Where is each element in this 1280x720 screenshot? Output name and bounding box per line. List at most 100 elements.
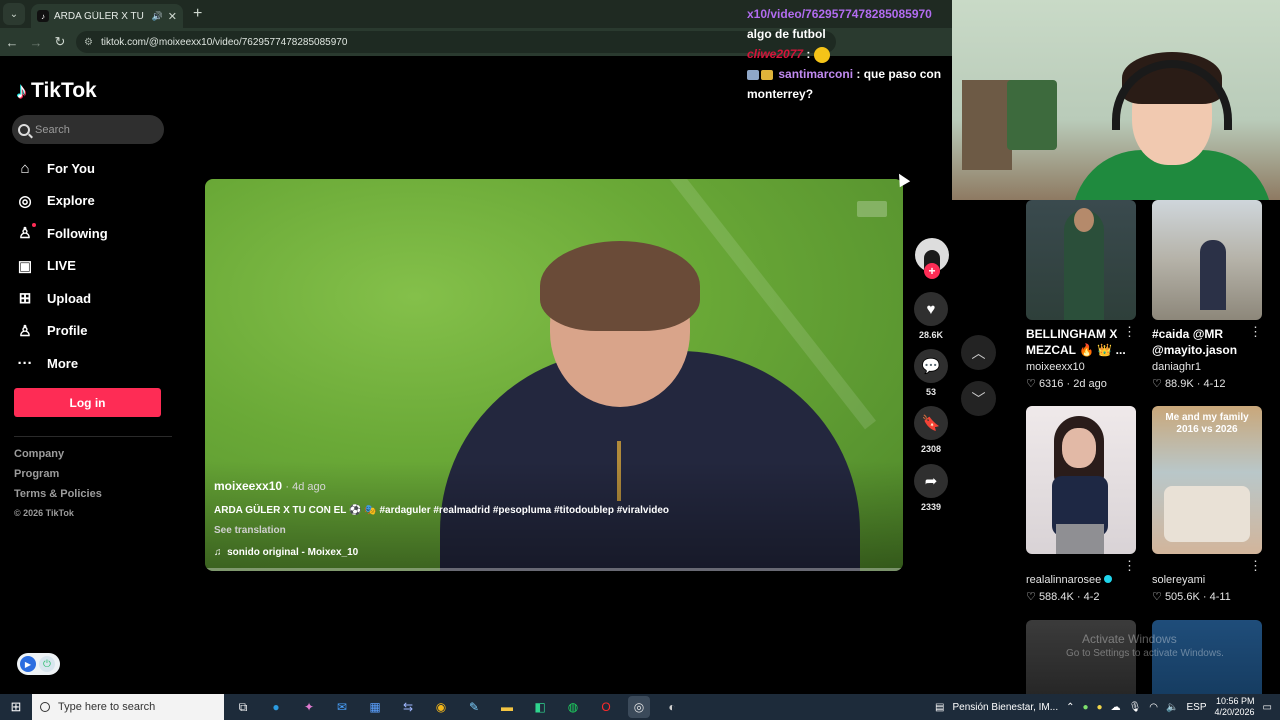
feed-card[interactable]: #caida @MR @mayito.jason daniaghr1 ♡ 88.… [1152,200,1262,390]
heart-icon[interactable]: ♥ [914,292,948,326]
volume-icon[interactable]: 🔈 [1166,702,1178,713]
video-sound[interactable]: ♫ sonido original - Moixex_10 [214,547,358,558]
weather-icon[interactable]: ▤ [935,702,944,713]
address-bar[interactable]: ⚙ tiktok.com/@moixeexx10/video/762957747… [76,31,836,53]
chrome-canary-icon[interactable]: ◉ [430,696,452,718]
follow-button[interactable]: + [924,263,940,279]
creator-avatar[interactable]: + [915,238,949,279]
activation-watermark: Activate Windows [1082,632,1177,646]
feed-card-author[interactable]: daniaghr1 [1152,361,1262,373]
reload-button[interactable]: ↻ [48,34,72,50]
author-name[interactable]: moixeexx10 [214,479,282,493]
comment-action[interactable]: 💬 53 [913,349,949,397]
footer-link-terms[interactable]: Terms & Policies [14,488,102,508]
mail-icon[interactable]: ✉ [331,696,353,718]
video-player[interactable]: moixeexx10 · 4d ago ARDA GÜLER X TU CON … [205,179,903,571]
verified-badge-icon [1104,575,1113,583]
nav-item-upload[interactable]: ⊞ Upload [16,282,176,315]
feed-thumbnail[interactable] [1026,406,1136,554]
feed-thumbnail[interactable] [1152,200,1262,320]
emote-icon [813,46,830,63]
extension-power-icon[interactable]: ⏻ [39,656,55,672]
store-icon[interactable]: ▦ [364,696,386,718]
more-options-icon[interactable]: ⋮ [1123,558,1136,574]
tab-search-button[interactable]: ⌄ [3,3,25,25]
spotify-icon[interactable]: ◍ [562,696,584,718]
save-count: 2308 [920,444,942,454]
site-settings-icon[interactable]: ⚙ [84,37,93,48]
previous-video-button[interactable]: ︿ [961,335,996,370]
save-action[interactable]: 🔖 2308 [913,406,949,454]
nav-item-more[interactable]: ··· More [16,347,176,380]
video-author[interactable]: moixeexx10 · 4d ago [214,479,326,493]
home-icon: ⌂ [20,159,30,177]
clock[interactable]: 10:56 PM 4/20/2026 [1215,696,1255,718]
app-icon[interactable]: ◧ [529,696,551,718]
feed-thumbnail[interactable]: Me and my family 2016 vs 2026 [1152,406,1262,554]
forward-button[interactable]: → [24,35,48,50]
obs-icon[interactable]: ◐ [661,696,683,718]
tiktok-logo[interactable]: ♪ TikTok [16,78,97,104]
opera-icon[interactable]: O [595,696,617,718]
footer-link-program[interactable]: Program [14,468,102,488]
see-translation-link[interactable]: See translation [214,525,286,536]
share-action[interactable]: ➦ 2339 [913,464,949,512]
feed-card-author[interactable]: solereyami [1152,574,1262,586]
extension-play-icon[interactable]: ▶ [20,656,36,672]
taskbar-search[interactable]: Type here to search [32,694,224,720]
extension-pill[interactable]: ▶ ⏻ [17,653,60,675]
login-button[interactable]: Log in [14,388,161,417]
file-explorer-icon[interactable]: ▬ [496,696,518,718]
language-indicator[interactable]: ESP [1186,702,1206,713]
network-icon[interactable]: ☁ [1111,702,1121,713]
tray-app-icon[interactable]: ● [1097,702,1103,713]
tray-chevron-up-icon[interactable]: ⌃ [1066,702,1074,713]
notepad-icon[interactable]: ✎ [463,696,485,718]
search-icon [40,702,50,712]
more-options-icon[interactable]: ⋮ [1123,324,1136,340]
bookmark-icon[interactable]: 🔖 [914,406,948,440]
feed-card-likes: 505.6K [1164,591,1200,603]
heart-outline-icon: ♡ [1152,378,1162,390]
nav-item-profile[interactable]: ♙ Profile [16,315,176,348]
nav-item-following[interactable]: ♙ Following [16,217,176,250]
speaker-icon[interactable]: 🔊 [152,11,163,22]
feed-card-date: 2d ago [1073,378,1107,390]
copilot-icon[interactable]: ✦ [298,696,320,718]
nav-item-explore[interactable]: ◎ Explore [16,185,176,218]
nav-item-live[interactable]: ▣ LIVE [16,250,176,283]
feed-card[interactable]: realalinnarosee ♡ 588.4K · 4-2 ⋮ [1026,406,1136,603]
notification-icon[interactable]: ▭ [1263,702,1272,713]
music-note-icon: ♫ [214,547,222,558]
more-options-icon[interactable]: ⋮ [1249,324,1262,340]
windows-start-icon[interactable]: ⊞ [0,694,32,720]
browser-tab[interactable]: ♪ ARDA GÜLER X TU CON EL 🔊 ✕ [31,4,183,28]
footer-link-company[interactable]: Company [14,448,102,468]
like-action[interactable]: ♥ 28.6K [913,292,949,340]
back-button[interactable]: ← [0,35,24,50]
search-input[interactable] [35,123,155,136]
feed-card-author[interactable]: realalinnarosee [1026,574,1136,586]
close-tab-icon[interactable]: ✕ [168,10,177,23]
edge-icon[interactable]: ● [265,696,287,718]
feed-thumbnail[interactable] [1026,200,1136,320]
share-icon[interactable]: ➦ [914,464,948,498]
search-box[interactable] [12,115,164,144]
feed-card[interactable]: Me and my family 2016 vs 2026 solereyami… [1152,406,1262,603]
video-progress-bar[interactable] [205,568,903,571]
nav-item-for-you[interactable]: ⌂ For You [16,152,176,185]
next-video-button[interactable]: ﹀ [961,381,996,416]
more-options-icon[interactable]: ⋮ [1249,558,1262,574]
tray-app-icon[interactable]: ● [1083,702,1089,713]
task-view-icon[interactable]: ⧉ [232,696,254,718]
comment-icon[interactable]: 💬 [914,349,948,383]
feed-card-author[interactable]: moixeexx10 [1026,361,1136,373]
feed-card[interactable]: BELLINGHAM X MEZCAL 🔥 👑 ... moixeexx10 ♡… [1026,200,1136,390]
microphone-icon[interactable]: 🎙 [1129,702,1142,713]
chrome-icon[interactable]: ◎ [628,696,650,718]
author-name[interactable]: realalinnarosee [1026,574,1101,586]
new-tab-button[interactable]: + [193,5,202,23]
wifi-icon[interactable]: ◠ [1149,702,1158,713]
weather-text[interactable]: Pensión Bienestar, IM... [952,702,1058,713]
remote-icon[interactable]: ⇆ [397,696,419,718]
